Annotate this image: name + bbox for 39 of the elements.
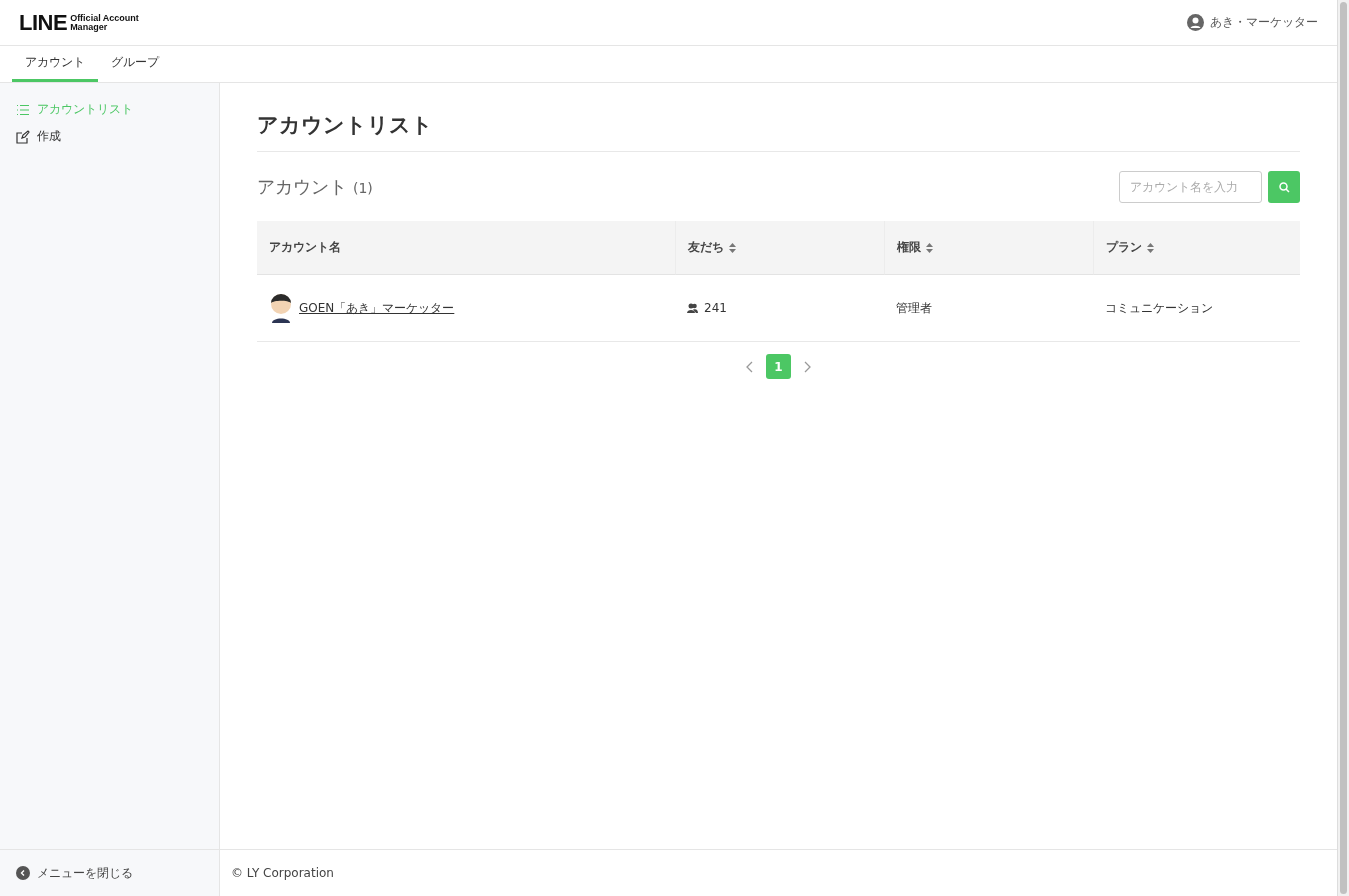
close-menu-label: メニューを閉じる [37, 865, 133, 881]
nav-tab[interactable]: グループ [98, 46, 172, 82]
close-menu-button[interactable]: メニューを閉じる [16, 865, 133, 881]
plan-cell: コミュニケーション [1105, 299, 1213, 317]
sort-icon[interactable] [1147, 242, 1154, 253]
user-name[interactable]: あき・マーケッター [1210, 14, 1318, 31]
people-icon [687, 303, 698, 313]
chevron-left-icon [16, 866, 30, 880]
logo-wordmark: LINE [19, 9, 68, 36]
column-label: 権限 [897, 239, 921, 256]
user-avatar-icon[interactable] [1187, 14, 1204, 31]
section-title: アカウント [257, 175, 347, 199]
logo-subtitle: Official Account [70, 13, 139, 23]
role-cell: 管理者 [896, 299, 932, 317]
account-name-link[interactable]: GOEN「あき」マーケッター [299, 299, 455, 317]
list-icon [16, 103, 30, 116]
scrollbar[interactable] [1337, 0, 1349, 896]
previous-page-icon[interactable] [746, 360, 754, 373]
column-header[interactable]: 友だち [675, 221, 884, 275]
sort-icon[interactable] [729, 242, 736, 253]
sidebar-item-label: アカウントリスト [37, 101, 133, 118]
column-label: プラン [1106, 239, 1142, 256]
column-header[interactable]: 権限 [884, 221, 1093, 275]
sort-icon[interactable] [926, 242, 933, 253]
edit-icon [16, 129, 30, 144]
friends-count: 241 [704, 301, 727, 315]
next-page-icon[interactable] [803, 360, 811, 373]
search-icon [1278, 181, 1290, 193]
search-field[interactable]: アカウント名を入力 [1119, 171, 1262, 203]
sidebar-item-label: 作成 [37, 128, 61, 145]
column-label: 友だち [688, 239, 724, 256]
logo-subtitle: Manager [70, 22, 109, 32]
account-count: (1) [353, 180, 373, 196]
column-label: アカウント名 [269, 239, 341, 256]
page-title: アカウントリスト [257, 111, 1300, 152]
account-avatar-icon [269, 293, 293, 323]
sidebar-item[interactable]: 作成 [16, 128, 219, 145]
column-header[interactable]: プラン [1093, 221, 1300, 275]
copyright-text: © LY Corporation [231, 866, 334, 880]
